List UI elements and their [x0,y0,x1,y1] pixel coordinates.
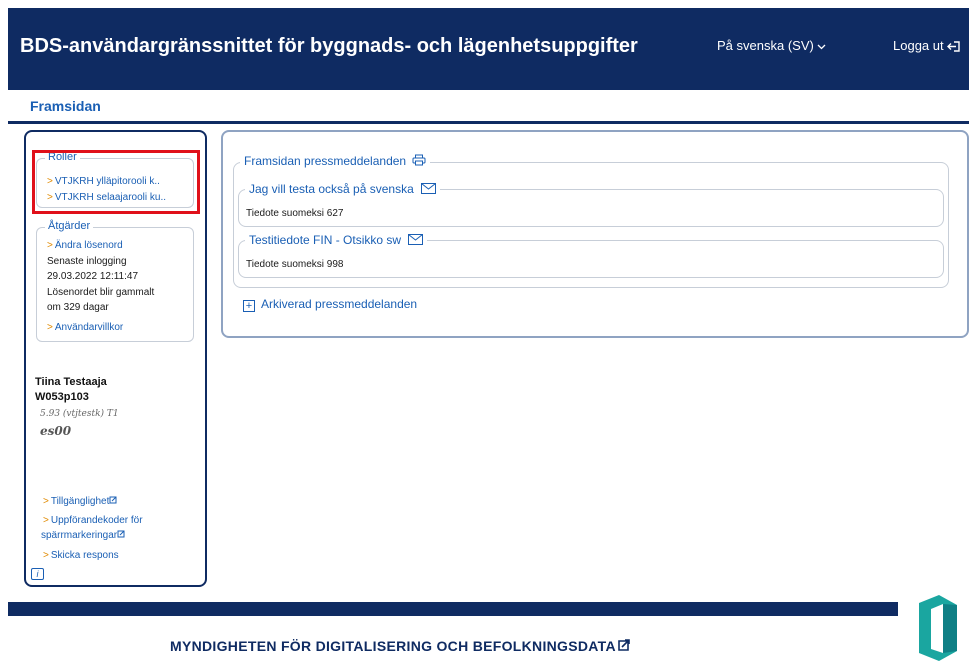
logout-label: Logga ut [893,38,944,53]
chevron-down-icon [817,44,826,49]
codes-label-line2: spärrmarkeringar [41,530,118,541]
accessibility-link[interactable]: > Tillgänglighet [43,496,117,507]
external-link-icon [618,639,630,651]
change-password-link[interactable]: > Ändra lösenord [47,240,123,251]
password-expiry-days: om 329 dagar [47,302,109,313]
archive-label: Arkiverad pressmeddelanden [261,297,418,311]
chevron-right-icon: > [47,322,53,333]
app-title: BDS-användargränssnittet för byggnads- o… [20,35,638,57]
codes-link[interactable]: > Uppförandekoder för [43,515,143,526]
password-expiry-text: Lösenordet blir gammalt [47,287,155,298]
mail-icon[interactable] [421,183,437,194]
version-text: 5.93 (vtjtestk) T1 [40,409,119,419]
chevron-right-icon: > [47,240,53,251]
chevron-right-icon: > [43,550,49,561]
chevron-right-icon: > [43,515,49,526]
feedback-label: Skicka respons [50,550,119,561]
codes-label: Uppförandekoder för [50,515,143,526]
press-legend: Framsidan pressmeddelanden [240,154,431,168]
press-legend-label: Framsidan pressmeddelanden [244,154,407,168]
last-login-label: Senaste inlogging [47,256,127,267]
terms-link[interactable]: > Användarvillkor [47,322,123,333]
language-selector[interactable]: På svenska (SV) [717,38,826,53]
external-link-icon [109,496,117,504]
environment-text: es00 [40,424,72,438]
print-icon[interactable] [412,154,426,166]
press-item-title-text: Testitiedote FIN - Otsikko sw [249,233,402,247]
roles-highlight-box [32,150,200,214]
external-link-icon [117,530,125,538]
mail-icon[interactable] [408,234,424,245]
press-item-body: Tiedote suomeksi 627 [246,208,344,219]
last-login-value: 29.03.2022 12:11:47 [47,271,139,282]
agency-link[interactable]: MYNDIGHETEN FÖR DIGITALISERING OCH BEFOL… [170,638,630,654]
feedback-link[interactable]: > Skicka respons [43,550,119,561]
language-label: På svenska (SV) [717,38,814,53]
user-name: Tiina Testaaja [35,376,107,388]
archive-toggle[interactable]: + Arkiverad pressmeddelanden [243,297,417,312]
footer-bar [8,602,898,616]
press-item-title[interactable]: Testitiedote FIN - Otsikko sw [245,233,428,247]
press-item-title[interactable]: Jag vill testa också på svenska [245,182,441,196]
accessibility-label: Tillgänglighet [50,496,110,507]
dvv-logo [919,595,957,661]
page-title: Framsidan [30,98,101,114]
terms-label: Användarvillkor [54,322,124,333]
actions-legend: Åtgärder [45,220,94,232]
chevron-right-icon: > [43,496,49,507]
app-header: BDS-användargränssnittet för byggnads- o… [8,8,969,90]
press-item-title-text: Jag vill testa också på svenska [249,182,414,196]
user-id: W053p103 [35,391,89,403]
codes-link-line2[interactable]: spärrmarkeringar [41,530,125,541]
logout-icon [947,41,960,52]
info-icon[interactable]: i [31,568,44,580]
change-password-label: Ändra lösenord [54,240,123,251]
breadcrumb: Framsidan [8,90,969,124]
agency-label: MYNDIGHETEN FÖR DIGITALISERING OCH BEFOL… [170,638,616,654]
press-item-body: Tiedote suomeksi 998 [246,259,344,270]
plus-icon: + [243,300,255,312]
logout-button[interactable]: Logga ut [893,38,961,53]
